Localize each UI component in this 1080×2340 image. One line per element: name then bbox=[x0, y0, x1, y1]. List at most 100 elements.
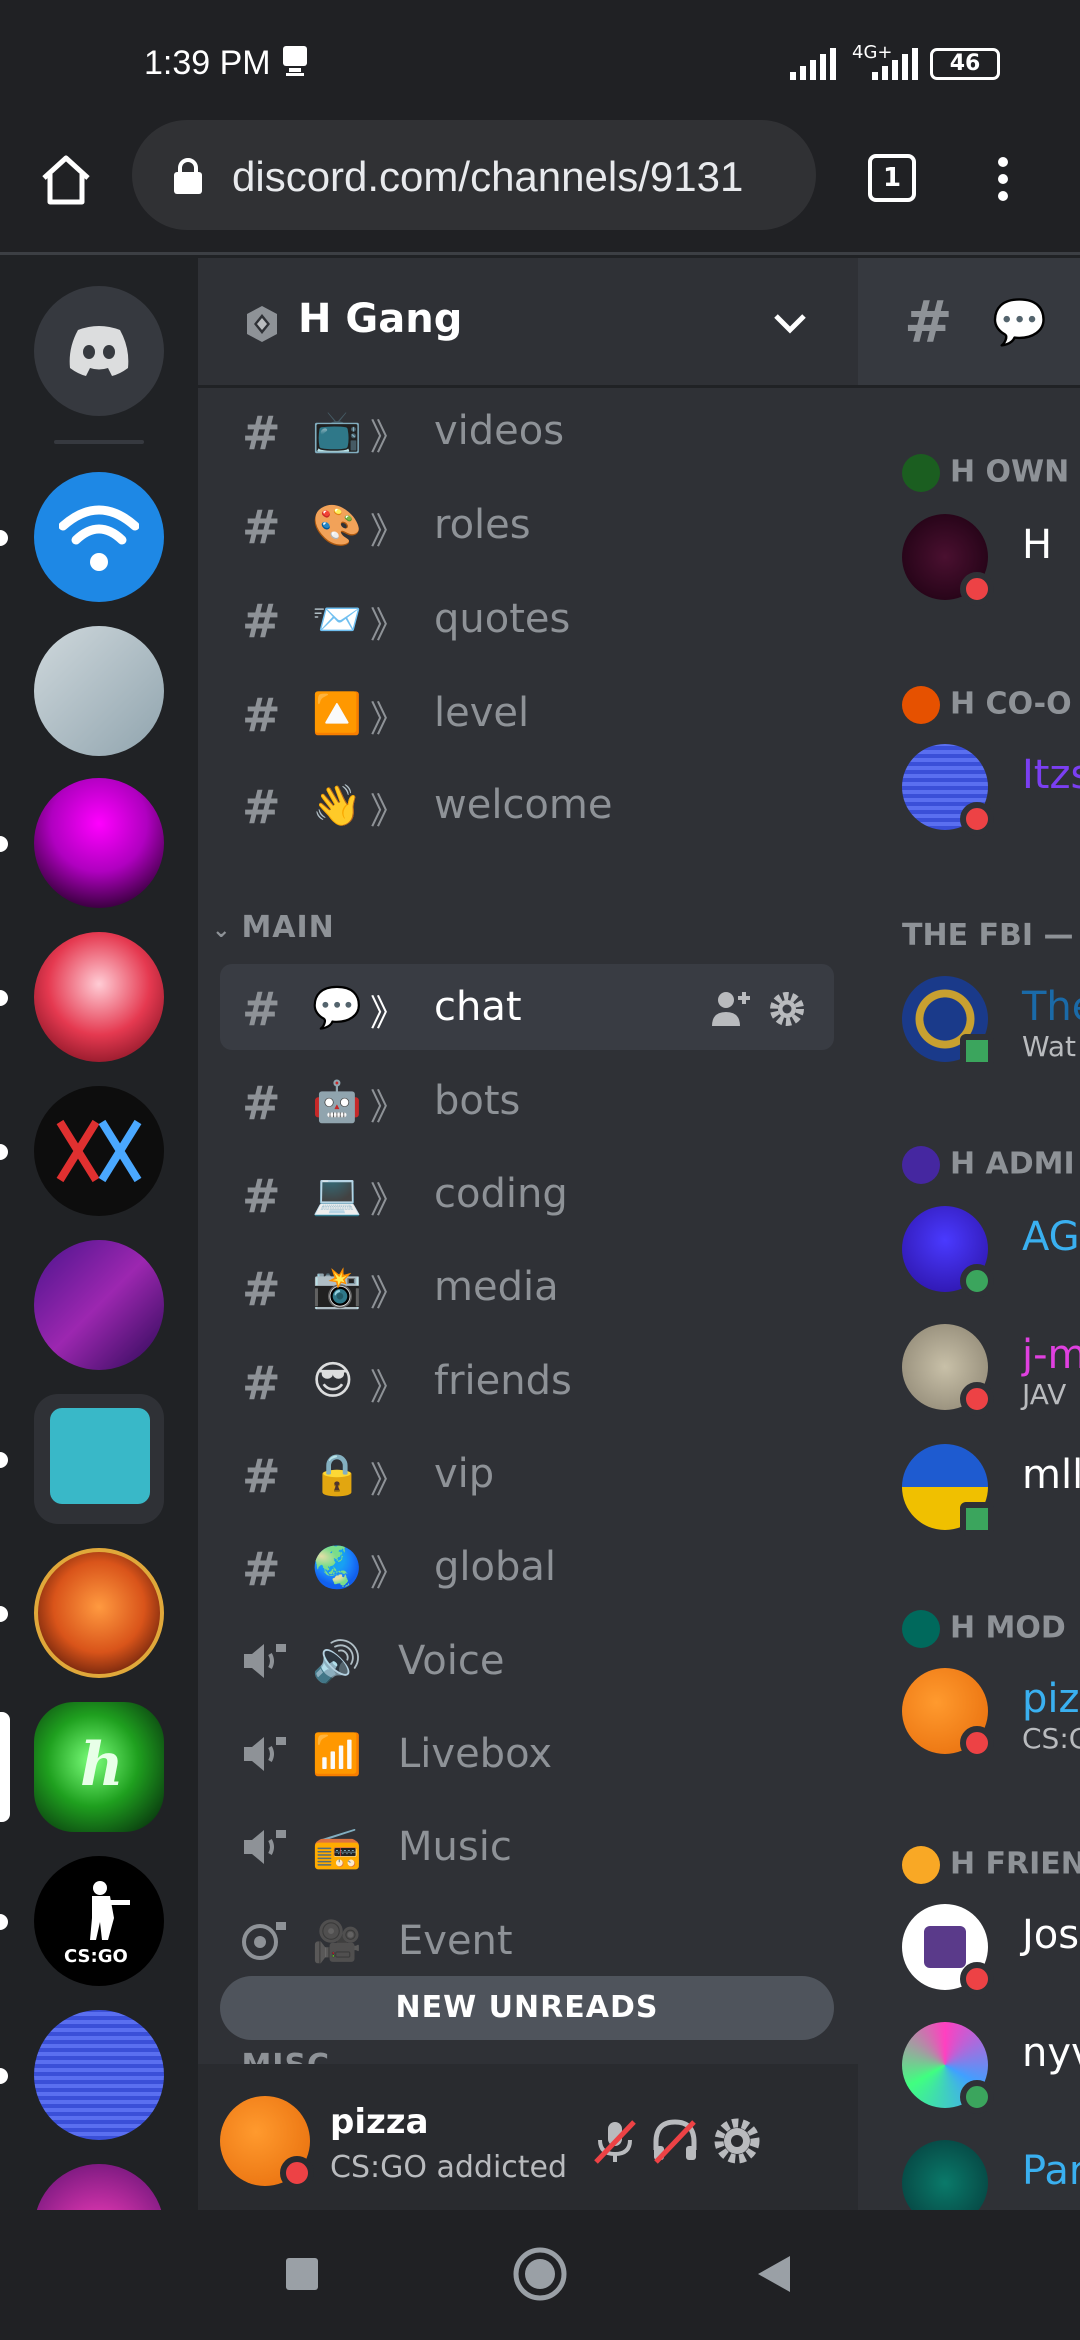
channel-roles[interactable]: # 🎨 》 roles bbox=[220, 482, 834, 568]
member-row[interactable]: Jos bbox=[902, 1904, 1080, 1996]
channel-global[interactable]: # 🌏 》 global bbox=[220, 1524, 834, 1610]
member-row[interactable]: j-m JAV bbox=[902, 1324, 1080, 1416]
channel-welcome[interactable]: # 👋 》 welcome bbox=[220, 762, 834, 848]
chat-header-peek[interactable]: # 💬 bbox=[858, 258, 1080, 388]
unread-indicator bbox=[0, 1452, 8, 1468]
stage-channel-event[interactable]: 🎥 Event bbox=[220, 1898, 834, 1984]
channel-emoji: 🤖 bbox=[312, 1079, 362, 1125]
member-row[interactable]: AG bbox=[902, 1206, 1080, 1298]
discord-home-button[interactable] bbox=[34, 286, 164, 416]
channel-separator: 》 bbox=[370, 511, 407, 552]
channel-quotes[interactable]: # 📨 》 quotes bbox=[220, 576, 834, 662]
member-row[interactable]: The Wat bbox=[902, 976, 1080, 1068]
channel-videos[interactable]: # 📺 》 videos bbox=[220, 388, 834, 474]
server-purple-stripes[interactable] bbox=[34, 1240, 164, 1370]
channel-separator: 》 bbox=[370, 699, 407, 740]
channel-name: chat bbox=[434, 984, 522, 1030]
user-settings-gear-icon[interactable] bbox=[710, 2114, 764, 2168]
locked-voice-channel-icon bbox=[244, 1830, 286, 1864]
locked-text-channel-icon: # bbox=[242, 1262, 281, 1316]
unread-indicator bbox=[0, 1914, 8, 1930]
member-category: H MOD bbox=[902, 1610, 1066, 1648]
member-activity: CS:G bbox=[1022, 1722, 1080, 1755]
more-menu-icon[interactable] bbox=[988, 154, 1018, 204]
member-name: piz bbox=[1022, 1676, 1080, 1722]
server-h-gang[interactable]: h bbox=[34, 1702, 164, 1832]
server-list: h CS:GO bbox=[0, 258, 198, 2210]
username: pizza bbox=[330, 2102, 429, 2142]
server-cyan-cat[interactable] bbox=[34, 1394, 164, 1524]
channel-emoji: 🌏 bbox=[312, 1545, 362, 1591]
channel-bots[interactable]: # 🤖 》 bots bbox=[220, 1058, 834, 1144]
category-main[interactable]: ⌄ MAIN bbox=[212, 910, 335, 945]
server-retro-computer[interactable] bbox=[34, 626, 164, 756]
back-triangle-icon[interactable] bbox=[756, 2254, 792, 2294]
new-unreads-button[interactable]: NEW UNREADS bbox=[220, 1976, 834, 2040]
channel-name: Livebox bbox=[398, 1731, 552, 1777]
server-anime-girl[interactable] bbox=[34, 932, 164, 1062]
member-row[interactable]: nyv bbox=[902, 2022, 1080, 2114]
dnd-status-icon bbox=[280, 2156, 314, 2190]
channel-vip[interactable]: # 🔒 》 vip bbox=[220, 1431, 834, 1517]
channel-media[interactable]: # 📸 》 media bbox=[220, 1244, 834, 1330]
server-glamrock-freddy[interactable] bbox=[34, 1548, 164, 1678]
voice-channel-voice[interactable]: 🔊 Voice bbox=[220, 1618, 834, 1704]
member-category: THE FBI — 1 bbox=[902, 918, 1080, 953]
soldier-icon bbox=[90, 1881, 130, 1940]
member-row[interactable]: H bbox=[902, 514, 1080, 606]
voice-channel-music[interactable]: 📻 Music bbox=[220, 1804, 834, 1890]
server-wifi[interactable] bbox=[34, 472, 164, 602]
role-icon bbox=[902, 1146, 940, 1184]
server-blue-scanlines[interactable] bbox=[34, 2010, 164, 2140]
recents-square-icon[interactable] bbox=[284, 2256, 320, 2292]
dnd-status-icon bbox=[960, 1726, 994, 1760]
member-name: H bbox=[1022, 522, 1053, 568]
server-csgo[interactable]: CS:GO bbox=[34, 1856, 164, 1986]
channel-name: global bbox=[434, 1544, 556, 1590]
channel-emoji: 💬 bbox=[312, 985, 362, 1031]
xx-logo-icon bbox=[56, 1119, 142, 1183]
channel-emoji: 📨 bbox=[312, 597, 362, 643]
user-custom-status: CS:GO addicted bbox=[330, 2150, 568, 2185]
member-row[interactable]: Itzs bbox=[902, 744, 1080, 836]
channel-separator: 》 bbox=[370, 1367, 407, 1408]
channel-level[interactable]: # 🔼 》 level bbox=[220, 670, 834, 756]
channel-name: coding bbox=[434, 1171, 568, 1217]
channel-name: vip bbox=[434, 1451, 495, 1497]
channel-friends[interactable]: # 😎 》 friends bbox=[220, 1338, 834, 1424]
channel-emoji: 📶 bbox=[312, 1732, 362, 1778]
home-circle-icon[interactable] bbox=[512, 2246, 568, 2302]
tab-switcher-button[interactable]: 1 bbox=[868, 154, 916, 202]
channel-settings-gear-icon[interactable] bbox=[768, 990, 806, 1028]
address-bar[interactable]: discord.com/channels/9131 bbox=[132, 120, 816, 230]
locked-stage-channel-icon bbox=[242, 1922, 286, 1960]
channel-chat[interactable]: # 💬 》 chat bbox=[220, 964, 834, 1050]
guild-header[interactable]: H Gang bbox=[198, 258, 858, 388]
member-name: nyv bbox=[1022, 2030, 1080, 2076]
server-pink-sunset[interactable] bbox=[34, 778, 164, 908]
server-xx-logo[interactable] bbox=[34, 1086, 164, 1216]
member-row[interactable]: piz CS:G bbox=[902, 1668, 1080, 1760]
member-category-label: H FRIEN bbox=[950, 1846, 1080, 1882]
headphones-deafened-icon[interactable] bbox=[648, 2114, 702, 2168]
voice-channel-livebox[interactable]: 📶 Livebox bbox=[220, 1711, 834, 1797]
channel-emoji: 🔼 bbox=[312, 691, 362, 737]
invite-member-icon[interactable] bbox=[710, 988, 754, 1028]
member-name: Par bbox=[1022, 2148, 1080, 2194]
notification-icon bbox=[283, 46, 307, 76]
locked-text-channel-icon: # bbox=[242, 1542, 281, 1596]
member-row[interactable]: mll bbox=[902, 1444, 1080, 1536]
channel-name: roles bbox=[434, 502, 531, 548]
channel-emoji: 👋 bbox=[312, 783, 362, 829]
csgo-text-icon: CS:GO bbox=[64, 1946, 128, 1967]
home-icon[interactable] bbox=[36, 150, 96, 210]
chevron-down-icon[interactable] bbox=[772, 308, 808, 338]
mic-muted-icon[interactable] bbox=[588, 2114, 642, 2168]
member-row[interactable]: Par bbox=[902, 2140, 1080, 2210]
dnd-status-icon bbox=[960, 1382, 994, 1416]
signal-icon-2 bbox=[872, 48, 918, 80]
url-text[interactable]: discord.com/channels/9131 bbox=[232, 153, 802, 201]
channel-coding[interactable]: # 💻 》 coding bbox=[220, 1151, 834, 1237]
member-name: AG bbox=[1022, 1214, 1080, 1260]
server-partial[interactable] bbox=[34, 2164, 164, 2210]
